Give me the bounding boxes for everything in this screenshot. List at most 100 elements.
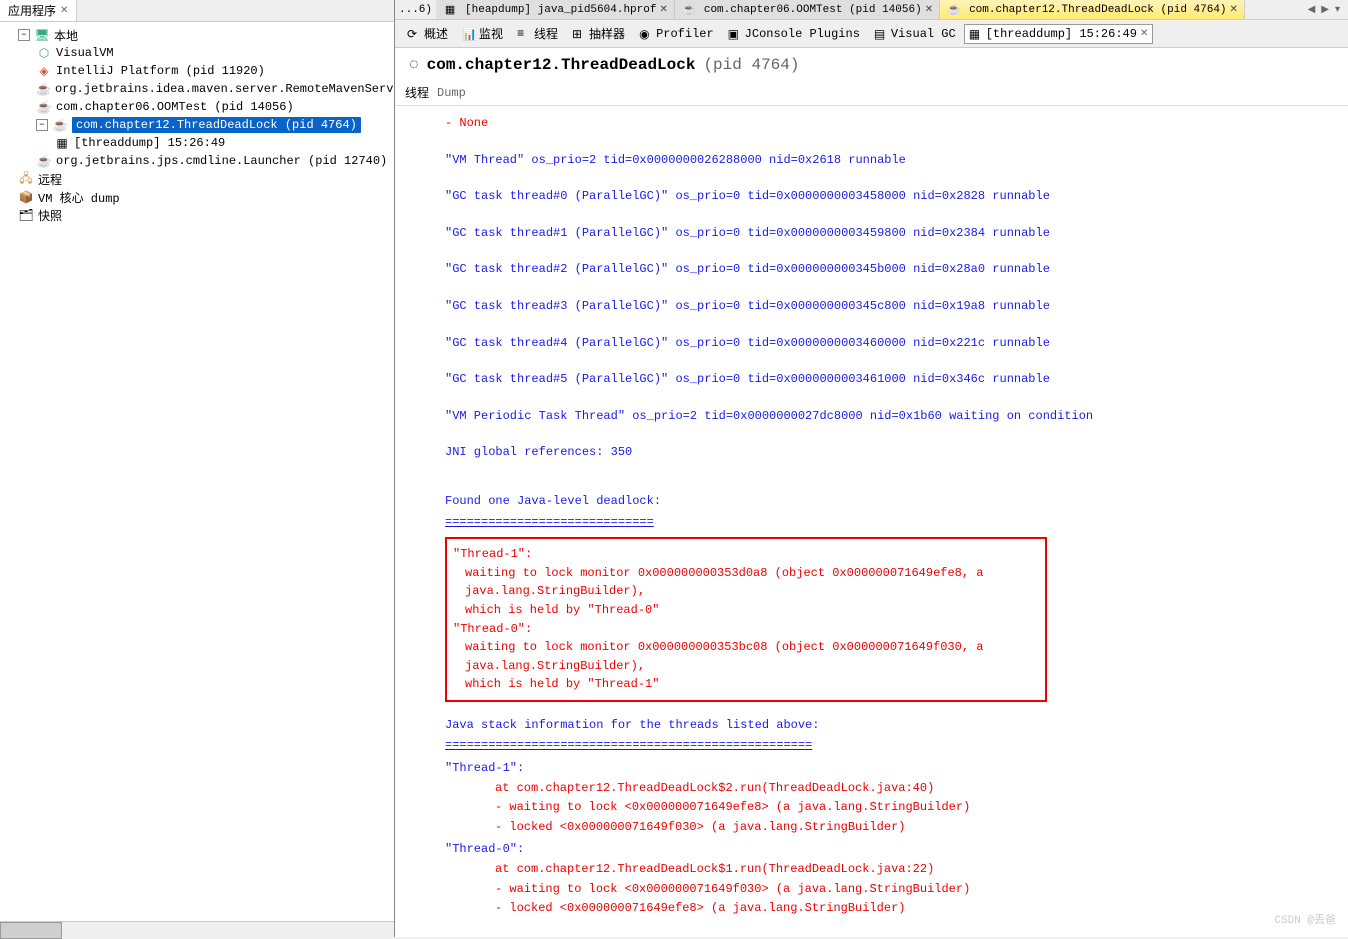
left-header: 应用程序 ✕ [0,0,394,22]
thread0-wait: waiting to lock monitor 0x000000000353bc… [453,638,1039,675]
tree-item[interactable]: ☕ org.jetbrains.idea.maven.server.Remote… [0,80,394,98]
tree-item[interactable]: ▦ [threaddump] 15:26:49 [0,134,394,152]
threads-icon: ≡ [517,27,531,41]
close-icon[interactable]: ✕ [1230,4,1238,16]
sub-dump-label: Dump [437,86,466,100]
monitor-button[interactable]: 📊监视 [456,23,509,44]
sampler-icon: ⊞ [572,27,586,41]
close-icon[interactable]: ✕ [925,4,933,16]
app-root: 应用程序 ✕ − 🖥 本地 ⬡ VisualVM ◈ IntelliJ Plat… [0,0,1348,937]
monitor-icon: 📊 [462,27,476,41]
java-icon: ☕ [946,2,962,18]
tree-label: 远程 [38,171,62,188]
dump-line: "VM Thread" os_prio=2 tid=0x000000002628… [445,151,1318,170]
close-icon[interactable]: ✕ [659,4,667,16]
tree-item[interactable]: ⬡ VisualVM [0,44,394,62]
profiler-button[interactable]: ◉Profiler [633,25,720,43]
none-line: - None [445,114,1318,133]
dump-line: "GC task thread#3 (ParallelGC)" os_prio=… [445,297,1318,316]
visualgc-button[interactable]: ▤Visual GC [868,25,962,43]
tree-remote[interactable]: 🖧 远程 [0,170,394,188]
threads-button[interactable]: ≡线程 [511,23,564,44]
dump-line: "GC task thread#4 (ParallelGC)" os_prio=… [445,334,1318,353]
overview-icon: ⟳ [407,27,421,41]
profiler-icon: ◉ [639,27,653,41]
visualgc-icon: ▤ [874,27,888,41]
stack-line: - locked <0x000000071649f030> (a java.la… [445,818,1318,837]
tree-item[interactable]: ☕ com.chapter06.OOMTest (pid 14056) [0,98,394,116]
separator-line: ========================================… [445,736,1318,755]
dump-line: "GC task thread#1 (ParallelGC)" os_prio=… [445,224,1318,243]
jconsole-button[interactable]: ▣JConsole Plugins [722,25,866,43]
sampler-button[interactable]: ⊞抽样器 [566,23,631,44]
horizontal-scrollbar[interactable] [0,921,394,937]
java-icon: ☕ [36,153,52,169]
tool-label: Profiler [656,27,714,41]
loading-icon: ◌ [409,56,419,74]
nav-right-icon[interactable]: ▶ [1321,4,1329,16]
heapdump-icon: ▦ [442,2,458,18]
java-icon: ☕ [52,117,68,133]
stack-line: - locked <0x000000071649efe8> (a java.la… [445,899,1318,918]
collapse-icon[interactable]: − [18,29,30,41]
title-row: ◌ com.chapter12.ThreadDeadLock (pid 4764… [395,48,1348,82]
tree-heapdump[interactable]: 📦 VM 核心 dump [0,188,394,206]
close-icon[interactable]: ✕ [60,5,68,17]
tree-label: org.jetbrains.idea.maven.server.RemoteMa… [55,82,394,96]
host-icon: 🖥 [34,27,50,43]
heap-icon: 📦 [18,189,34,205]
apps-tab-label: 应用程序 [8,2,56,19]
dump-line: "GC task thread#5 (ParallelGC)" os_prio=… [445,370,1318,389]
tree-label: org.jetbrains.jps.cmdline.Launcher (pid … [56,154,387,168]
apps-tab[interactable]: 应用程序 ✕ [0,0,77,21]
tree-item-selected[interactable]: − ☕ com.chapter12.ThreadDeadLock (pid 47… [0,116,394,134]
tree-local[interactable]: − 🖥 本地 [0,26,394,44]
left-panel: 应用程序 ✕ − 🖥 本地 ⬡ VisualVM ◈ IntelliJ Plat… [0,0,395,937]
intellij-icon: ◈ [36,63,52,79]
java-icon: ☕ [36,81,51,97]
editor-tabs: ...6) ▦ [heapdump] java_pid5604.hprof ✕ … [395,0,1348,20]
tab-label: com.chapter06.OOMTest (pid 14056) [704,4,922,16]
deadlock-box: "Thread-1": waiting to lock monitor 0x00… [445,537,1047,702]
stack-line: at com.chapter12.ThreadDeadLock$1.run(Th… [445,860,1318,879]
tree-snapshots[interactable]: 🗂 快照 [0,206,394,224]
threaddump-tab[interactable]: ▦[threaddump] 15:26:49✕ [964,24,1154,44]
app-tree: − 🖥 本地 ⬡ VisualVM ◈ IntelliJ Platform (p… [0,22,394,921]
tree-label: com.chapter12.ThreadDeadLock (pid 4764) [72,117,361,133]
stack-thread0: "Thread-0": [445,840,1318,859]
dump-line: "GC task thread#2 (ParallelGC)" os_prio=… [445,260,1318,279]
thread1-wait: waiting to lock monitor 0x000000000353d0… [453,564,1039,601]
editor-tab[interactable]: ▦ [heapdump] java_pid5604.hprof ✕ [436,0,675,19]
close-icon[interactable]: ✕ [1140,28,1148,40]
nav-menu-icon[interactable]: ▾ [1335,4,1340,16]
found-one-line: Found one Java-level deadlock: [445,492,1318,511]
stack-line: - waiting to lock <0x000000071649efe8> (… [445,798,1318,817]
java-icon: ☕ [681,2,697,18]
overview-button[interactable]: ⟳概述 [401,23,454,44]
tree-item[interactable]: ☕ org.jetbrains.jps.cmdline.Launcher (pi… [0,152,394,170]
tool-label: Visual GC [891,27,956,41]
snapshot-icon: 🗂 [18,207,34,223]
tree-label: VisualVM [56,46,114,60]
tree-label: [threaddump] 15:26:49 [74,136,225,150]
tree-label: VM 核心 dump [38,189,120,206]
sub-tabs: 线程 Dump [395,82,1348,106]
editor-tab[interactable]: ☕ com.chapter06.OOMTest (pid 14056) ✕ [675,0,940,19]
tool-label: 监视 [479,25,503,42]
tree-item[interactable]: ◈ IntelliJ Platform (pid 11920) [0,62,394,80]
stack-thread1: "Thread-1": [445,759,1318,778]
tool-label: 抽样器 [589,25,625,42]
threaddump-icon: ▦ [54,135,70,151]
nav-left-icon[interactable]: ◀ [1308,4,1316,16]
editor-tab-active[interactable]: ☕ com.chapter12.ThreadDeadLock (pid 4764… [940,0,1245,19]
thread0-held: which is held by "Thread-1" [453,675,1039,694]
visualvm-icon: ⬡ [36,45,52,61]
tool-label: 概述 [424,25,448,42]
view-toolbar: ⟳概述 📊监视 ≡线程 ⊞抽样器 ◉Profiler ▣JConsole Plu… [395,20,1348,48]
thread0-header: "Thread-0": [453,620,1039,639]
right-panel: ...6) ▦ [heapdump] java_pid5604.hprof ✕ … [395,0,1348,937]
tab-label: [heapdump] java_pid5604.hprof [465,4,656,16]
nav-arrows: ◀ ▶ ▾ [1300,4,1348,16]
tab-prefix: ...6) [395,4,436,16]
collapse-icon[interactable]: − [36,119,48,131]
